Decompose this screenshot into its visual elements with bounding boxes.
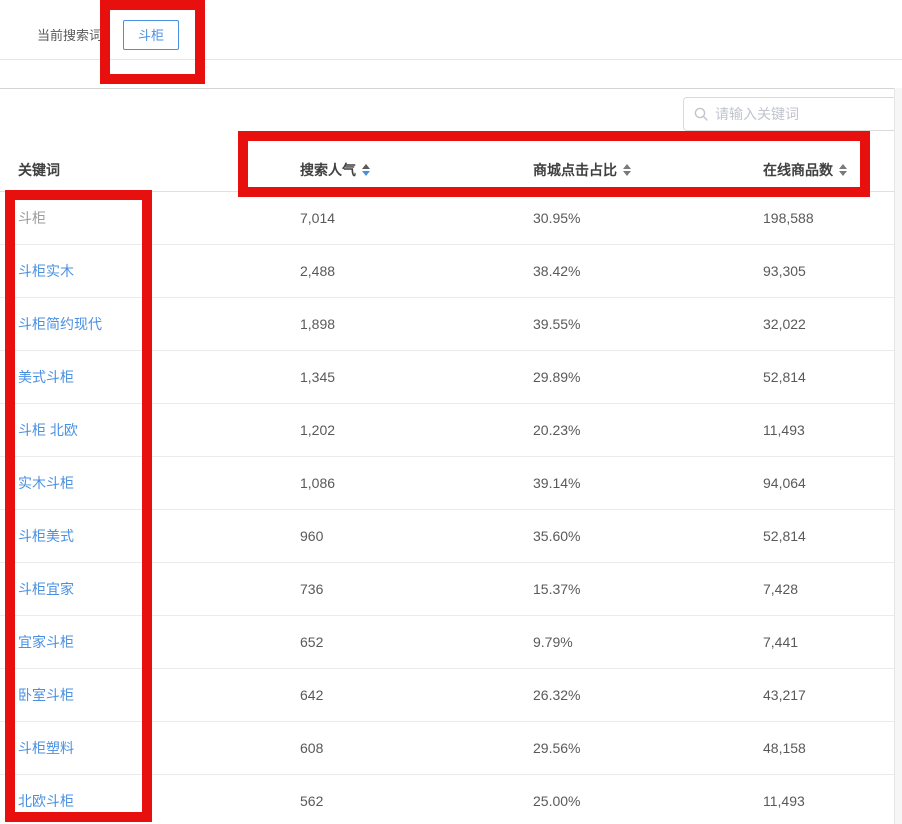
cell-search-popularity: 1,345	[300, 369, 336, 385]
cell-search-popularity: 1,202	[300, 422, 336, 438]
cell-online-products: 52,814	[763, 528, 806, 544]
keyword-link: 斗柜	[18, 210, 46, 226]
search-icon	[694, 107, 708, 121]
table-row: 宜家斗柜 652 9.79% 7,441	[0, 616, 902, 669]
table-row: 斗柜美式 960 35.60% 52,814	[0, 510, 902, 563]
table-row: 北欧斗柜 562 25.00% 11,493	[0, 775, 902, 824]
keyword-link[interactable]: 斗柜宜家	[18, 581, 74, 597]
keyword-link[interactable]: 斗柜美式	[18, 528, 74, 544]
cell-online-products: 11,493	[763, 422, 805, 438]
table-row: 斗柜宜家 736 15.37% 7,428	[0, 563, 902, 616]
cell-online-products: 7,428	[763, 581, 799, 597]
table-row: 美式斗柜 1,345 29.89% 52,814	[0, 351, 902, 404]
keyword-link[interactable]: 北欧斗柜	[18, 793, 74, 809]
cell-online-products: 32,022	[763, 316, 806, 332]
keyword-link[interactable]: 斗柜实木	[18, 263, 74, 279]
cell-mall-click-ratio: 35.60%	[533, 528, 581, 544]
cell-search-popularity: 608	[300, 740, 324, 756]
keyword-analytics-page: 当前搜索词： 斗柜 关键词 搜索人气 商城点击占比 在线商品数	[0, 0, 902, 824]
cell-online-products: 7,441	[763, 634, 799, 650]
table-row: 实木斗柜 1,086 39.14% 94,064	[0, 457, 902, 510]
current-search-tag[interactable]: 斗柜	[123, 19, 180, 50]
cell-mall-click-ratio: 26.32%	[533, 687, 581, 703]
keyword-link[interactable]: 实木斗柜	[18, 475, 74, 491]
cell-mall-click-ratio: 20.23%	[533, 422, 581, 438]
sort-icon-search-popularity[interactable]	[362, 163, 370, 176]
table-row: 斗柜实木 2,488 38.42% 93,305	[0, 245, 902, 298]
keyword-search-box[interactable]	[683, 97, 902, 131]
keyword-link[interactable]: 斗柜塑料	[18, 740, 74, 756]
cell-search-popularity: 1,898	[300, 316, 336, 332]
cell-search-popularity: 736	[300, 581, 324, 597]
keyword-link[interactable]: 斗柜 北欧	[18, 422, 78, 438]
table-row: 斗柜 7,014 30.95% 198,588	[0, 192, 902, 245]
column-header-mall-click-ratio[interactable]: 商城点击占比	[533, 160, 763, 180]
current-search-label: 当前搜索词：	[37, 28, 116, 43]
cell-mall-click-ratio: 9.79%	[533, 634, 573, 650]
cell-online-products: 48,158	[763, 740, 806, 756]
cell-mall-click-ratio: 39.55%	[533, 316, 581, 332]
column-header-online-products[interactable]: 在线商品数	[763, 160, 902, 180]
cell-mall-click-ratio: 29.56%	[533, 740, 581, 756]
cell-online-products: 52,814	[763, 369, 806, 385]
keyword-link[interactable]: 斗柜简约现代	[18, 316, 102, 332]
column-header-keyword: 关键词	[18, 161, 60, 178]
cell-online-products: 198,588	[763, 210, 814, 226]
cell-search-popularity: 2,488	[300, 263, 336, 279]
cell-search-popularity: 642	[300, 687, 324, 703]
cell-search-popularity: 1,086	[300, 475, 336, 491]
cell-mall-click-ratio: 39.14%	[533, 475, 581, 491]
current-search-bar: 当前搜索词： 斗柜	[0, 10, 902, 60]
keyword-link[interactable]: 宜家斗柜	[18, 634, 74, 650]
scrollbar-track[interactable]	[894, 88, 902, 824]
keyword-link[interactable]: 卧室斗柜	[18, 687, 74, 703]
section-divider	[0, 88, 902, 89]
cell-search-popularity: 7,014	[300, 210, 336, 226]
table-body: 斗柜 7,014 30.95% 198,588 斗柜实木 2,488 38.42…	[0, 192, 902, 824]
cell-online-products: 94,064	[763, 475, 806, 491]
cell-online-products: 93,305	[763, 263, 806, 279]
table-row: 斗柜简约现代 1,898 39.55% 32,022	[0, 298, 902, 351]
column-header-search-popularity[interactable]: 搜索人气	[300, 160, 533, 180]
cell-mall-click-ratio: 30.95%	[533, 210, 581, 226]
table-row: 卧室斗柜 642 26.32% 43,217	[0, 669, 902, 722]
cell-mall-click-ratio: 15.37%	[533, 581, 581, 597]
search-input[interactable]	[715, 106, 902, 122]
cell-search-popularity: 960	[300, 528, 324, 544]
cell-online-products: 11,493	[763, 793, 805, 809]
cell-mall-click-ratio: 29.89%	[533, 369, 581, 385]
cell-search-popularity: 562	[300, 793, 324, 809]
sort-icon-online-products[interactable]	[839, 163, 847, 176]
keyword-link[interactable]: 美式斗柜	[18, 369, 74, 385]
cell-mall-click-ratio: 38.42%	[533, 263, 581, 279]
table-header-row: 关键词 搜索人气 商城点击占比 在线商品数	[0, 148, 902, 192]
cell-mall-click-ratio: 25.00%	[533, 793, 581, 809]
table-row: 斗柜 北欧 1,202 20.23% 11,493	[0, 404, 902, 457]
table-row: 斗柜塑料 608 29.56% 48,158	[0, 722, 902, 775]
cell-online-products: 43,217	[763, 687, 806, 703]
cell-search-popularity: 652	[300, 634, 324, 650]
keyword-table: 关键词 搜索人气 商城点击占比 在线商品数 斗柜 7,014 30.95% 19…	[0, 148, 902, 824]
sort-icon-mall-click-ratio[interactable]	[623, 163, 631, 176]
